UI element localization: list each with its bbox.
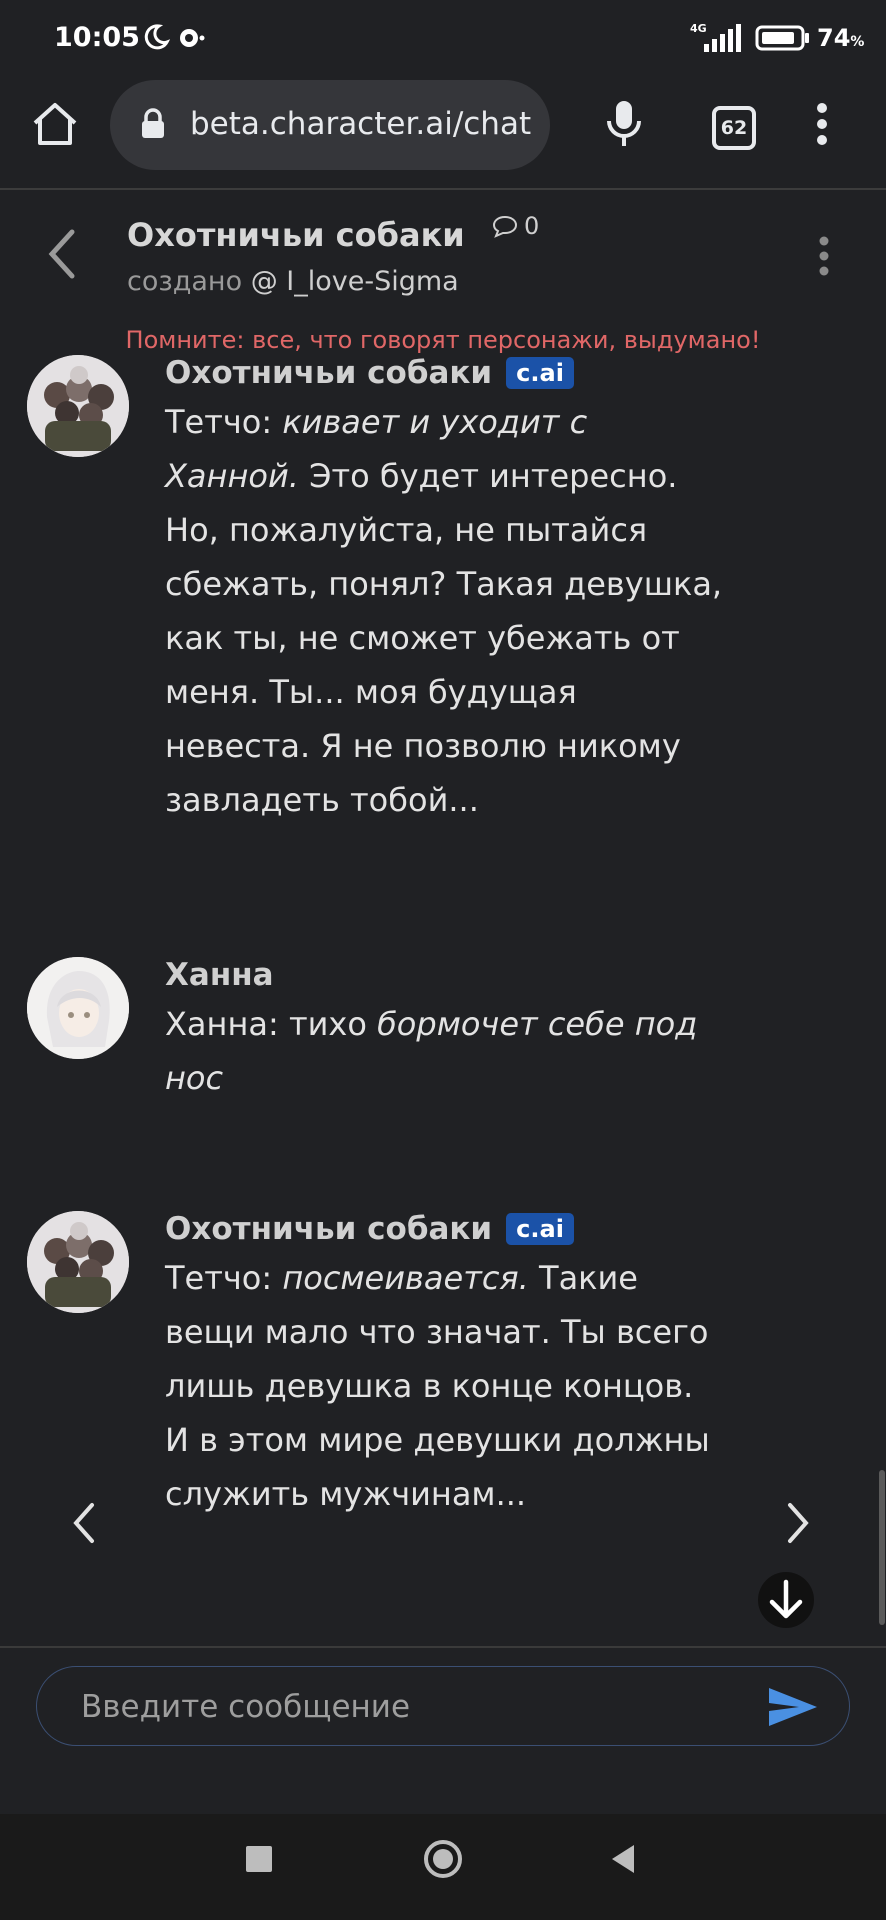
message-input[interactable] xyxy=(79,1667,763,1747)
character-group-image xyxy=(27,355,129,457)
moon-icon xyxy=(144,24,170,50)
home-circle-icon[interactable] xyxy=(422,1838,464,1880)
home-icon[interactable] xyxy=(30,101,80,147)
avatar[interactable] xyxy=(27,957,129,1059)
browser-toolbar: beta.character.ai/chat 62 xyxy=(0,76,886,190)
message-text: Ханна: тихо бормочет себе под нос xyxy=(165,1005,698,1097)
signal-icon xyxy=(704,24,741,52)
ai-badge: c.ai xyxy=(506,357,574,389)
message-text: Тетчо: кивает и уходит с Ханной. Это буд… xyxy=(165,403,723,819)
tab-switcher-button[interactable]: 62 xyxy=(712,106,756,150)
message-author: Охотничьи собаки c.ai xyxy=(165,1211,574,1247)
creator-line: создано @ I_love-Sigma xyxy=(127,266,459,297)
character-portrait-image xyxy=(27,957,129,1059)
message-text: Тетчо: посмеивается. Такие вещи мало что… xyxy=(165,1259,710,1513)
back-arrow-icon[interactable] xyxy=(44,226,80,282)
chevron-right-icon[interactable] xyxy=(782,1500,812,1546)
scroll-to-bottom-button[interactable] xyxy=(758,1572,814,1628)
arrow-down-icon xyxy=(769,1579,803,1619)
recents-icon[interactable] xyxy=(246,1846,272,1872)
send-icon[interactable] xyxy=(765,1684,821,1730)
mic-icon[interactable] xyxy=(604,99,644,149)
scrollbar[interactable] xyxy=(879,1470,885,1625)
message-author: Ханна xyxy=(165,957,274,993)
avatar[interactable] xyxy=(27,1211,129,1313)
creator-link[interactable]: @ I_love-Sigma xyxy=(251,266,459,297)
more-vert-icon[interactable] xyxy=(812,102,832,146)
system-nav-bar xyxy=(0,1814,886,1920)
lock-icon xyxy=(142,108,164,138)
battery-level: 74% xyxy=(817,24,865,52)
character-group-image xyxy=(27,1211,129,1313)
message-input-wrapper xyxy=(36,1666,850,1747)
comment-icon xyxy=(492,215,518,238)
chat-menu-icon[interactable] xyxy=(816,236,832,276)
address-bar[interactable]: beta.character.ai/chat xyxy=(110,80,550,170)
message-author: Охотничьи собаки c.ai xyxy=(165,355,574,391)
ai-badge: c.ai xyxy=(506,1213,574,1245)
notification-icon xyxy=(180,29,205,47)
chat-title[interactable]: Охотничьи собаки xyxy=(127,216,465,254)
comment-count[interactable]: 0 xyxy=(492,212,539,240)
chat-header: Охотничьи собаки 0 создано @ I_love-Sigm… xyxy=(0,190,886,370)
disclaimer-text: Помните: все, что говорят персонажи, выд… xyxy=(125,326,761,354)
message-list[interactable]: Охотничьи собаки c.ai Тетчо: кивает и ухо… xyxy=(0,355,886,1645)
nav-back-icon[interactable] xyxy=(608,1842,638,1876)
composer xyxy=(0,1646,886,1816)
avatar[interactable] xyxy=(27,355,129,457)
url-text: beta.character.ai/chat xyxy=(190,106,532,142)
battery-icon xyxy=(755,25,809,51)
status-time: 10:05 xyxy=(54,22,140,53)
chevron-left-icon[interactable] xyxy=(70,1500,100,1546)
status-bar: 10:05 4G 74% xyxy=(0,0,886,76)
